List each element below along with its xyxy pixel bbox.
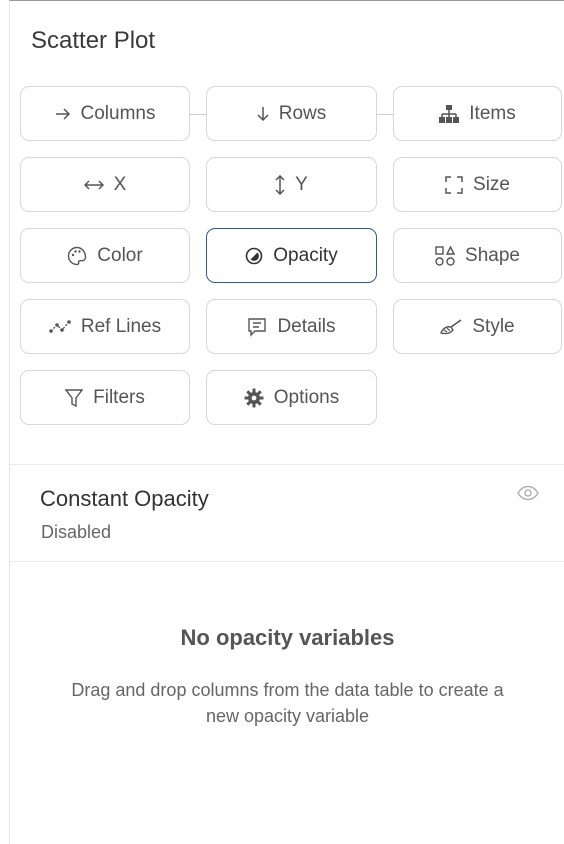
eye-icon[interactable]	[517, 485, 539, 506]
rows-items-connector	[377, 114, 393, 115]
constant-opacity-status: Disabled	[41, 522, 112, 542]
arrow-down-icon	[257, 106, 269, 122]
gear-icon	[244, 388, 264, 408]
empty-state-description: Drag and drop columns from the data tabl…	[71, 680, 504, 726]
columns-button[interactable]: Columns	[20, 86, 190, 141]
size-label: Size	[473, 173, 510, 195]
style-label: Style	[472, 315, 515, 337]
expand-corners-icon	[445, 175, 463, 194]
options-label: Options	[273, 386, 340, 408]
shape-label: Shape	[465, 244, 520, 266]
hierarchy-icon	[439, 104, 460, 123]
rows-button[interactable]: Rows	[206, 86, 377, 141]
vertical-arrows-icon	[275, 174, 285, 195]
options-button[interactable]: Options	[206, 370, 377, 425]
opacity-icon	[245, 247, 263, 265]
y-axis-button[interactable]: Y	[206, 157, 377, 212]
palette-icon	[67, 246, 87, 266]
color-button[interactable]: Color	[20, 228, 190, 283]
x-axis-button[interactable]: X	[20, 157, 190, 212]
comment-icon	[247, 317, 267, 337]
ref-lines-button[interactable]: Ref Lines	[20, 299, 190, 354]
opacity-label: Opacity	[273, 244, 338, 266]
y-label: Y	[295, 173, 308, 195]
items-label: Items	[469, 102, 516, 124]
columns-rows-connector	[190, 114, 206, 115]
shape-button[interactable]: Shape	[393, 228, 562, 283]
details-label: Details	[277, 315, 336, 337]
opacity-button[interactable]: Opacity	[206, 228, 377, 283]
horizontal-arrows-icon	[83, 179, 104, 190]
style-button[interactable]: Style	[393, 299, 562, 354]
filters-button[interactable]: Filters	[20, 370, 190, 425]
shapes-icon	[435, 245, 456, 266]
brush-icon	[440, 318, 462, 335]
scatter-plot-panel: Scatter Plot Columns Rows Items X Y Size…	[9, 0, 564, 844]
ref-lines-label: Ref Lines	[80, 315, 162, 337]
filter-icon	[65, 388, 84, 407]
empty-state-title: No opacity variables	[180, 625, 395, 650]
size-button[interactable]: Size	[393, 157, 562, 212]
section-divider-top	[10, 464, 564, 465]
panel-title: Scatter Plot	[31, 27, 156, 54]
section-divider-bottom	[10, 561, 564, 562]
x-label: X	[113, 173, 127, 195]
filters-label: Filters	[93, 386, 145, 408]
rows-label: Rows	[278, 102, 327, 124]
line-chart-icon	[49, 319, 71, 334]
constant-opacity-title: Constant Opacity	[40, 486, 209, 511]
arrow-right-icon	[55, 107, 71, 120]
columns-label: Columns	[80, 102, 156, 124]
items-button[interactable]: Items	[393, 86, 562, 141]
details-button[interactable]: Details	[206, 299, 377, 354]
color-label: Color	[97, 244, 143, 266]
